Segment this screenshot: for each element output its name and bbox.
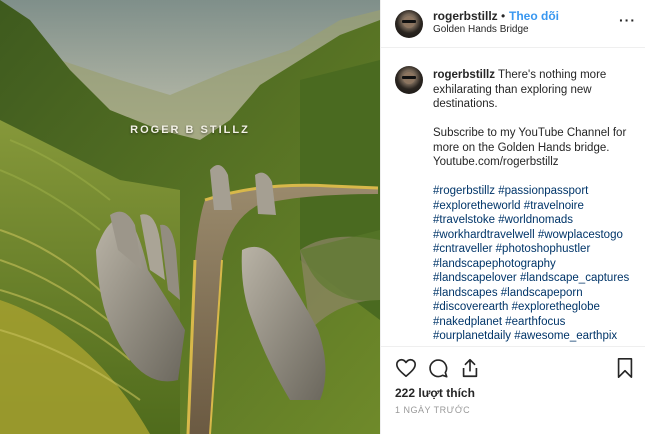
caption-avatar[interactable] <box>395 66 423 94</box>
hashtag-link[interactable]: #worldnomads <box>498 214 573 226</box>
photo-watermark: ROGER B STILLZ <box>130 124 250 136</box>
post-timestamp: 1 NGÀY TRƯỚC <box>395 405 471 415</box>
hashtag-link[interactable]: #exploretheworld <box>433 200 521 212</box>
header-username[interactable]: rogerbstillz <box>433 9 498 23</box>
likes-count[interactable]: 222 lượt thích <box>395 386 475 400</box>
avatar[interactable] <box>395 10 423 38</box>
caption-paragraph-2: Subscribe to my YouTube Channel for more… <box>433 127 627 168</box>
ellipsis-icon[interactable]: ··· <box>619 12 636 28</box>
post-photo[interactable]: ROGER B STILLZ <box>0 0 380 434</box>
hashtag-link[interactable]: #awesome_earthpix <box>514 330 617 342</box>
hashtag-link[interactable]: #landscapes <box>433 287 498 299</box>
avatar-glasses <box>402 76 416 79</box>
hashtag-link[interactable]: #landscapeporn <box>501 287 583 299</box>
hashtag-link[interactable]: #landscapephotography <box>433 258 556 270</box>
comment-icon[interactable] <box>427 357 449 379</box>
divider <box>381 346 645 347</box>
avatar-glasses <box>402 20 416 23</box>
hashtag-link[interactable]: #wowplacestogo <box>538 229 623 241</box>
post-sidebar: rogerbstillz • Theo dõi Golden Hands Bri… <box>380 0 645 434</box>
hashtag-link[interactable]: #landscapelover <box>433 272 517 284</box>
hashtag-link[interactable]: #ourplanetdaily <box>433 330 511 342</box>
comments-area: rogerbstillz There's nothing more exhila… <box>381 48 645 346</box>
hashtag-link[interactable]: #travelstoke <box>433 214 495 226</box>
post-photo-art <box>0 0 380 434</box>
hashtag-link[interactable]: #discoverearth <box>433 301 508 313</box>
post-header: rogerbstillz • Theo dõi Golden Hands Bri… <box>381 0 645 48</box>
hashtag-link[interactable]: #rogerbstillz <box>433 185 495 197</box>
location-link[interactable]: Golden Hands Bridge <box>433 24 529 35</box>
hashtag-link[interactable]: #workhardtravelwell <box>433 229 535 241</box>
follow-button[interactable]: Theo dõi <box>509 9 559 23</box>
action-bar <box>395 357 635 381</box>
heart-icon[interactable] <box>395 357 417 379</box>
header-separator: • <box>501 9 506 23</box>
instagram-post: ROGER B STILLZ rogerbstillz • Theo dõi G… <box>0 0 645 434</box>
hashtag-link[interactable]: #photoshophustler <box>496 243 591 255</box>
bookmark-icon[interactable] <box>614 357 636 379</box>
caption-paragraph-1: rogerbstillz There's nothing more exhila… <box>433 68 633 112</box>
share-icon[interactable] <box>459 357 481 379</box>
caption-username[interactable]: rogerbstillz <box>433 69 495 81</box>
hashtag-link[interactable]: #cntraveller <box>433 243 492 255</box>
hashtag-link[interactable]: #nakedplanet <box>433 316 502 328</box>
hashtag-link[interactable]: #earthfocus <box>505 316 565 328</box>
hashtag-link[interactable]: #landscape_captures <box>520 272 629 284</box>
hashtag-link[interactable]: #exploretheglobe <box>512 301 600 313</box>
caption: rogerbstillz There's nothing more exhila… <box>433 68 633 346</box>
hashtag-link[interactable]: #travelnoire <box>524 200 584 212</box>
hashtag-link[interactable]: #passionpassport <box>498 185 588 197</box>
hashtag-list: #rogerbstillz #passionpassport #exploret… <box>433 184 633 344</box>
